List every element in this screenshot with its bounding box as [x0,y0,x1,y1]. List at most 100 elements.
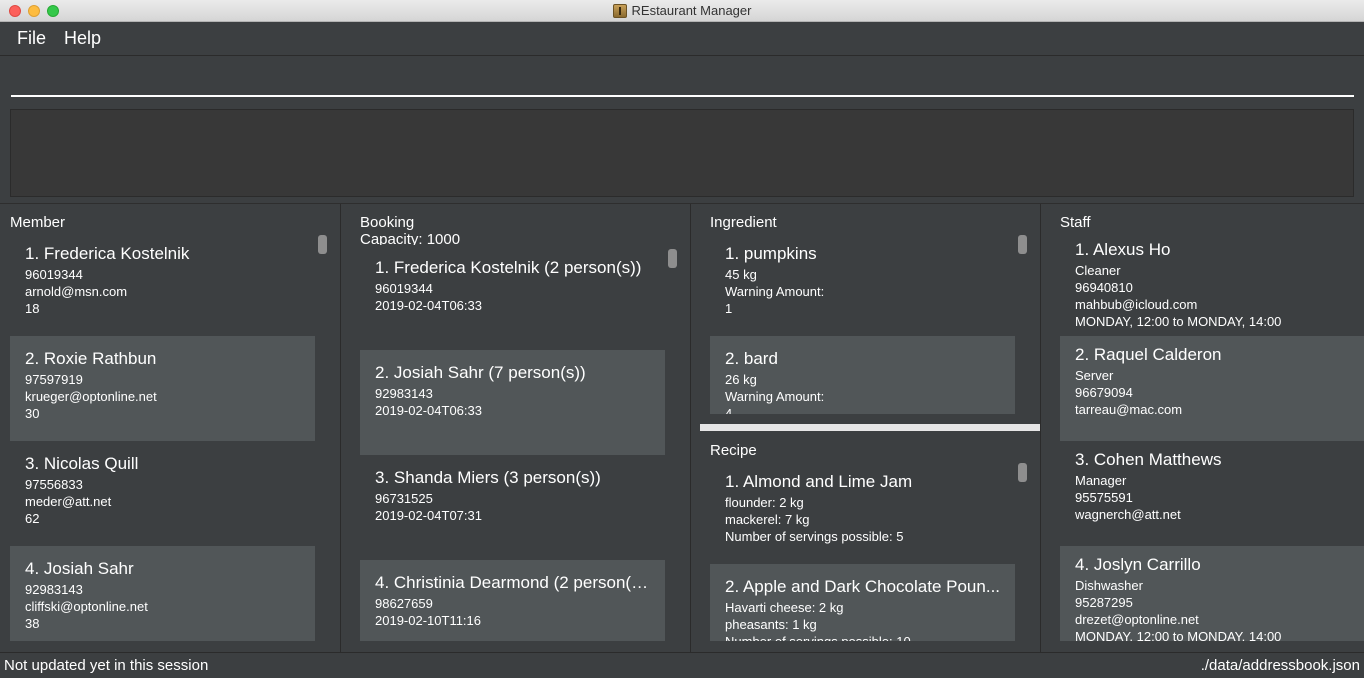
booking-scrollbar[interactable] [668,249,677,268]
booking-name: 3. Shanda Miers (3 person(s)) [375,468,601,487]
ingredient-quantity: 45 kg [725,267,757,282]
member-name: 1. Frederica Kostelnik [25,244,190,263]
staff-list[interactable]: 1. Alexus Ho Cleaner 96940810 mahbub@icl… [1060,231,1364,641]
member-points: 30 [25,406,40,421]
ingredient-scrollbar[interactable] [1018,235,1027,254]
maximize-window-button[interactable] [47,5,59,17]
booking-phone: 98627659 [375,596,433,611]
recipe-panel-title: Recipe [710,442,757,459]
booking-datetime: 2019-02-04T06:33 [375,298,482,313]
staff-card[interactable]: 2. Raquel Calderon Server 96679094 tarre… [1060,336,1364,441]
member-points: 18 [25,301,40,316]
booking-capacity: Capacity: 1000 [360,231,461,245]
recipe-ingredient: mackerel: 7 kg [725,512,810,527]
ingredient-card[interactable]: 1. pumpkins 45 kg Warning Amount: 1 [710,231,1015,336]
staff-name: 2. Raquel Calderon [1075,345,1222,364]
member-card[interactable]: 1. Frederica Kostelnik 96019344 arnold@m… [10,231,315,336]
booking-card[interactable]: 2. Josiah Sahr (7 person(s)) 92983143 20… [360,350,665,455]
member-phone: 96019344 [25,267,83,282]
booking-phone: 92983143 [375,386,433,401]
recipe-list[interactable]: 1. Almond and Lime Jam flounder: 2 kg ma… [710,459,1015,641]
ingredient-card[interactable]: 2. bard 26 kg Warning Amount: 4 [710,336,1015,414]
member-phone: 92983143 [25,582,83,597]
recipe-ingredient: Havarti cheese: 2 kg [725,600,844,615]
command-input[interactable] [11,65,1354,97]
staff-role: Manager [1075,473,1127,488]
ingredient-warning-amount: 4 [725,406,733,414]
booking-card[interactable]: 4. Christinia Dearmond (2 person(s)) 986… [360,560,665,641]
recipe-name: 1. Almond and Lime Jam [725,472,913,491]
staff-role: Dishwasher [1075,578,1143,593]
staff-card[interactable]: 1. Alexus Ho Cleaner 96940810 mahbub@icl… [1060,231,1364,336]
booking-phone: 96731525 [375,491,433,506]
ingredient-warning-label: Warning Amount: [725,284,825,299]
member-name: 2. Roxie Rathbun [25,349,157,368]
window-title: REstaurant Manager [631,3,752,18]
booking-card[interactable]: 3. Shanda Miers (3 person(s)) 96731525 2… [360,455,665,560]
staff-card[interactable]: 4. Joslyn Carrillo Dishwasher 95287295 d… [1060,546,1364,641]
recipe-ingredient: pheasants: 1 kg [725,617,817,632]
staff-email: mahbub@icloud.com [1075,297,1198,312]
menu-bar: File Help [0,22,1364,56]
booking-name: 4. Christinia Dearmond (2 person(s)) [375,573,650,592]
staff-email: tarreau@mac.com [1075,402,1183,417]
ingredient-warning-amount: 1 [725,301,733,316]
member-points: 62 [25,511,40,526]
result-display[interactable] [10,109,1354,197]
member-card[interactable]: 2. Roxie Rathbun 97597919 krueger@optonl… [10,336,315,441]
member-name: 3. Nicolas Quill [25,454,139,473]
booking-card[interactable]: 1. Frederica Kostelnik (2 person(s)) 960… [360,245,665,350]
minimize-window-button[interactable] [28,5,40,17]
ingredient-name: 2. bard [725,349,778,368]
member-panel-title: Member [10,214,66,231]
booking-list[interactable]: 1. Frederica Kostelnik (2 person(s)) 960… [360,245,665,641]
member-points: 38 [25,616,40,631]
ingredient-list[interactable]: 1. pumpkins 45 kg Warning Amount: 1 2. b… [710,231,1015,414]
staff-panel-title: Staff [1060,214,1091,231]
sync-status: Not updated yet in this session [4,657,209,674]
app-icon [612,3,627,18]
member-email: krueger@optonline.net [25,389,157,404]
ingredient-recipe-splitter[interactable] [700,424,1040,431]
ingredient-panel-title: Ingredient [710,214,777,231]
staff-phone: 95287295 [1075,595,1133,610]
ingredient-name: 1. pumpkins [725,244,817,263]
booking-datetime: 2019-02-10T11:16 [375,613,482,628]
command-box [0,57,1364,103]
save-location: ./data/addressbook.json [1200,657,1360,674]
member-list[interactable]: 1. Frederica Kostelnik 96019344 arnold@m… [10,231,315,641]
staff-name: 3. Cohen Matthews [1075,450,1222,469]
status-bar: Not updated yet in this session ./data/a… [0,652,1364,678]
staff-role: Cleaner [1075,263,1121,278]
recipe-ingredient: flounder: 2 kg [725,495,804,510]
member-card[interactable]: 4. Josiah Sahr 92983143 cliffski@optonli… [10,546,315,641]
recipe-card[interactable]: 2. Apple and Dark Chocolate Poun... Hava… [710,564,1015,641]
window-title-group: REstaurant Manager [612,3,752,18]
member-phone: 97597919 [25,372,83,387]
booking-datetime: 2019-02-04T06:33 [375,403,482,418]
staff-card[interactable]: 3. Cohen Matthews Manager 95575591 wagne… [1060,441,1364,546]
member-email: arnold@msn.com [25,284,128,299]
staff-role: Server [1075,368,1114,383]
recipe-scrollbar[interactable] [1018,463,1027,482]
staff-name: 1. Alexus Ho [1075,240,1171,259]
menu-file[interactable]: File [17,28,46,49]
member-card[interactable]: 3. Nicolas Quill 97556833 meder@att.net … [10,441,315,546]
booking-panel-title: Booking [360,214,415,231]
panel-separator [340,204,341,652]
member-phone: 97556833 [25,477,83,492]
window-titlebar: REstaurant Manager [0,0,1364,22]
close-window-button[interactable] [9,5,21,17]
recipe-name: 2. Apple and Dark Chocolate Poun... [725,577,1000,596]
recipe-servings: Number of servings possible: 5 [725,529,904,544]
menu-help[interactable]: Help [64,28,101,49]
staff-email: wagnerch@att.net [1075,507,1181,522]
booking-phone: 96019344 [375,281,433,296]
booking-datetime: 2019-02-04T07:31 [375,508,482,523]
member-email: meder@att.net [25,494,112,509]
member-scrollbar[interactable] [318,235,327,254]
staff-shift: MONDAY, 12:00 to MONDAY, 14:00 [1075,314,1282,329]
recipe-card[interactable]: 1. Almond and Lime Jam flounder: 2 kg ma… [710,459,1015,564]
ingredient-quantity: 26 kg [725,372,757,387]
staff-phone: 96940810 [1075,280,1133,295]
